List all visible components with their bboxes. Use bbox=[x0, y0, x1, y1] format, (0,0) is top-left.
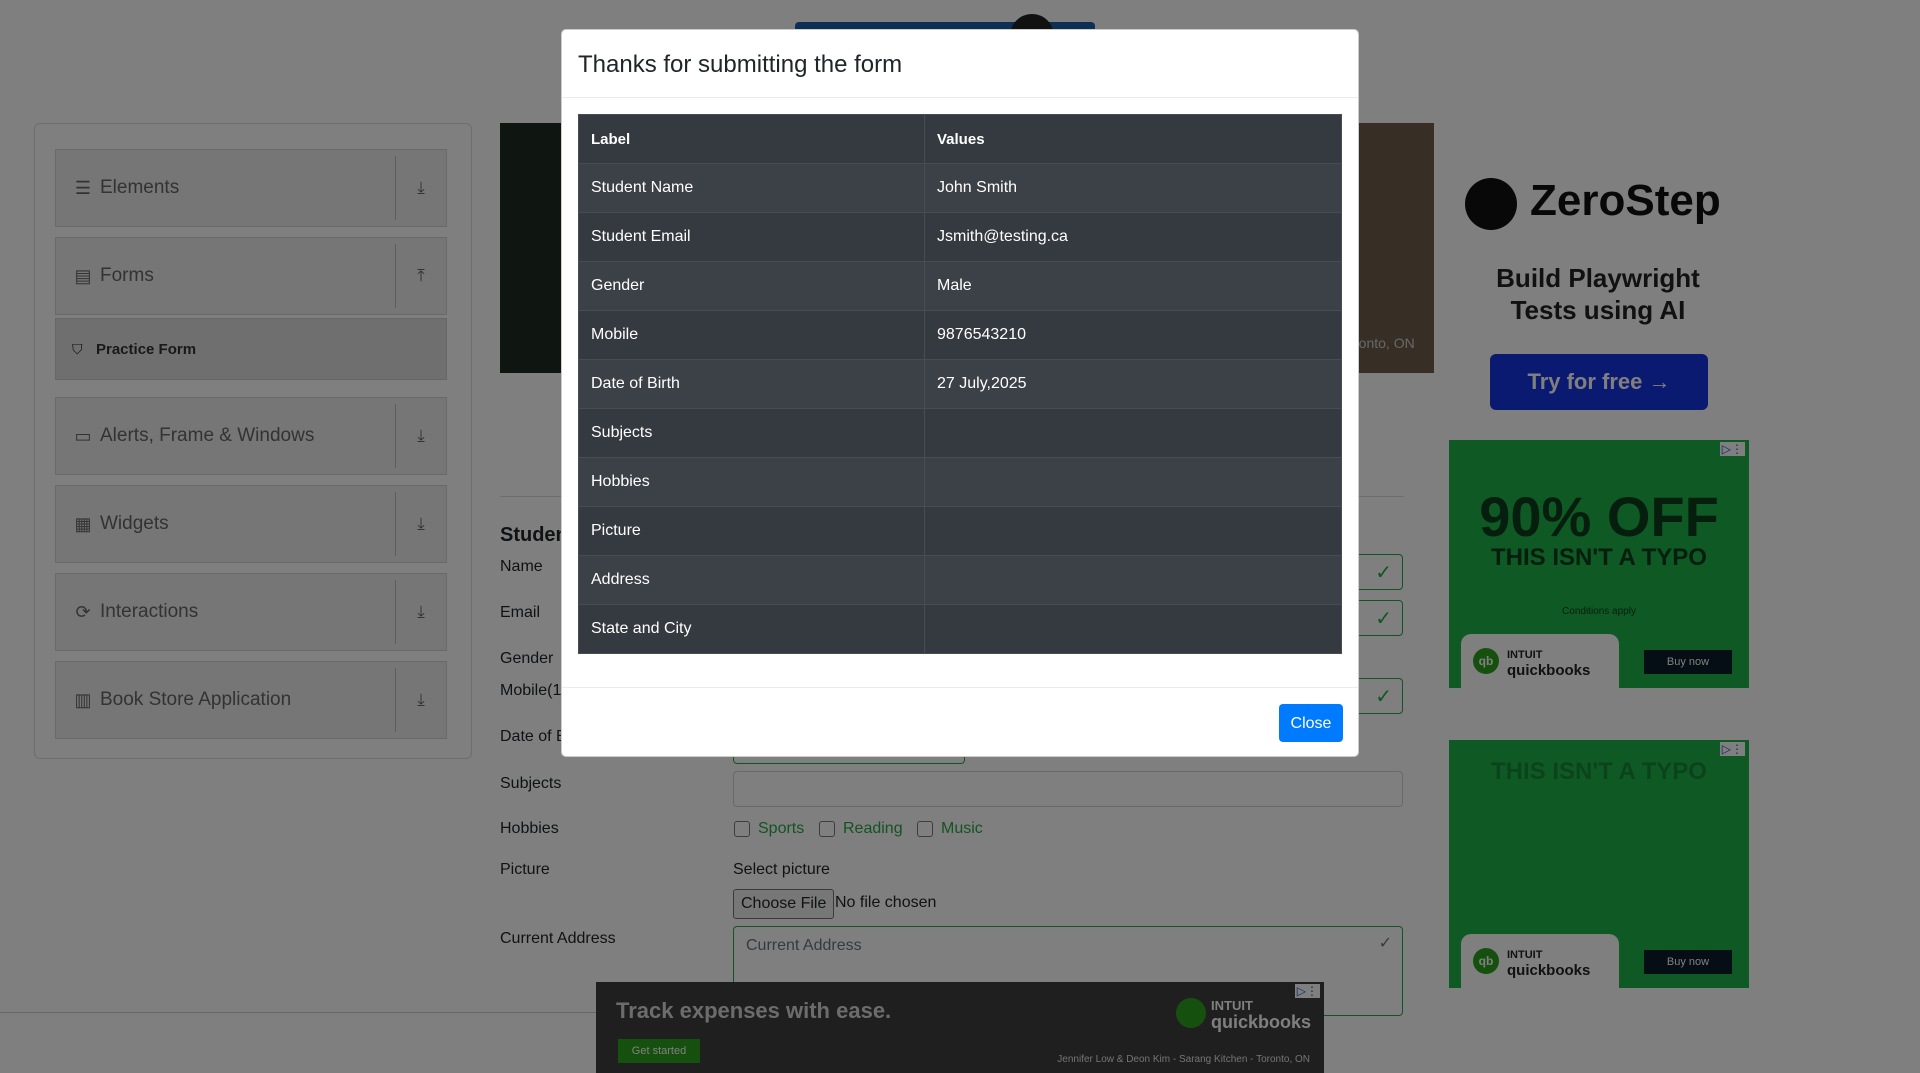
table-row: State and City bbox=[578, 604, 1342, 654]
row-label: Picture bbox=[578, 506, 925, 556]
table-row: Picture bbox=[578, 506, 1342, 556]
row-value bbox=[924, 555, 1342, 605]
submission-modal: Thanks for submitting the form Label Val… bbox=[561, 29, 1359, 757]
table-row: Address bbox=[578, 555, 1342, 605]
column-header: Values bbox=[924, 114, 1342, 164]
table-row: Student Name John Smith bbox=[578, 163, 1342, 213]
row-label: Student Name bbox=[578, 163, 925, 213]
row-value: Jsmith@testing.ca bbox=[924, 212, 1342, 262]
row-value: Male bbox=[924, 261, 1342, 311]
row-label: Mobile bbox=[578, 310, 925, 360]
row-value: John Smith bbox=[924, 163, 1342, 213]
table-row: Student Email Jsmith@testing.ca bbox=[578, 212, 1342, 262]
table-row: Date of Birth 27 July,2025 bbox=[578, 359, 1342, 409]
row-label: Student Email bbox=[578, 212, 925, 262]
table-row: Mobile 9876543210 bbox=[578, 310, 1342, 360]
row-label: Date of Birth bbox=[578, 359, 925, 409]
modal-header: Thanks for submitting the form bbox=[562, 30, 1358, 98]
row-value bbox=[924, 506, 1342, 556]
row-value bbox=[924, 457, 1342, 507]
modal-footer-divider bbox=[562, 687, 1358, 688]
table-row: Subjects bbox=[578, 408, 1342, 458]
row-value: 27 July,2025 bbox=[924, 359, 1342, 409]
row-value bbox=[924, 408, 1342, 458]
submission-table: Label Values Student Name John Smith Stud… bbox=[578, 114, 1342, 654]
modal-title: Thanks for submitting the form bbox=[578, 51, 903, 78]
close-button[interactable]: Close bbox=[1279, 704, 1343, 742]
row-label: Hobbies bbox=[578, 457, 925, 507]
row-label: Address bbox=[578, 555, 925, 605]
table-row: Gender Male bbox=[578, 261, 1342, 311]
row-value: 9876543210 bbox=[924, 310, 1342, 360]
row-value bbox=[924, 604, 1342, 654]
row-label: State and City bbox=[578, 604, 925, 654]
table-header-row: Label Values bbox=[578, 114, 1342, 164]
row-label: Gender bbox=[578, 261, 925, 311]
column-header: Label bbox=[578, 114, 925, 164]
table-row: Hobbies bbox=[578, 457, 1342, 507]
row-label: Subjects bbox=[578, 408, 925, 458]
